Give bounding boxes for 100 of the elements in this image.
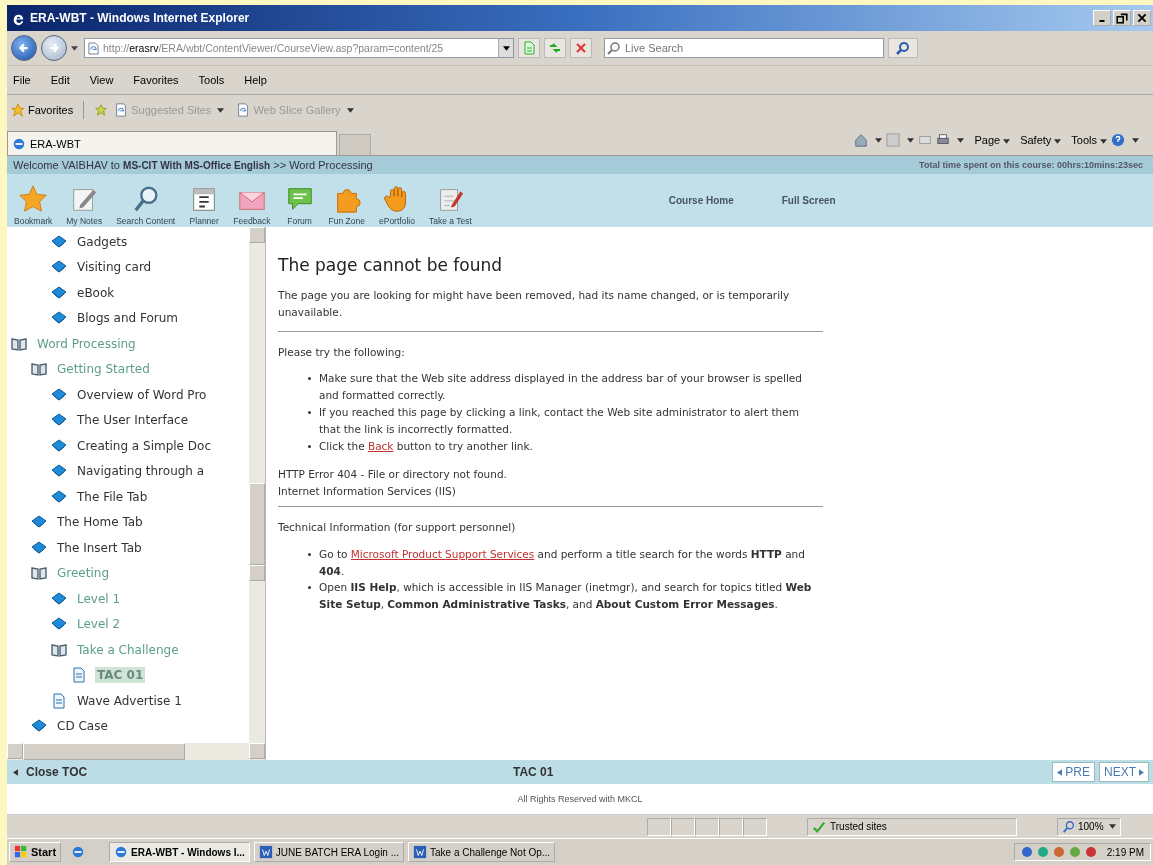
toolbar-button[interactable]: Planner — [182, 184, 227, 226]
link[interactable]: Microsoft Product Support Services — [350, 547, 535, 560]
page-icon — [236, 103, 251, 117]
toc-item[interactable]: CD Case — [55, 718, 110, 735]
previous-button[interactable]: PRE — [1052, 762, 1095, 782]
stop-icon — [573, 41, 589, 55]
open-book-icon[interactable] — [31, 361, 47, 378]
toolbar-button[interactable]: Search Content — [109, 184, 183, 226]
header-link[interactable]: Course Home — [668, 194, 734, 206]
tray-icon[interactable] — [1036, 846, 1049, 858]
menu-item[interactable]: Favorites — [133, 74, 179, 86]
security-zone: Trusted sites — [807, 817, 1017, 836]
toolbar-button[interactable]: Forum — [277, 184, 322, 226]
vertical-scrollbar[interactable] — [249, 227, 265, 743]
star-icon — [18, 184, 49, 214]
toolbar-button[interactable]: Bookmark — [7, 184, 60, 226]
help-icon[interactable] — [1111, 133, 1125, 147]
checkmark-icon — [812, 819, 826, 834]
open-book-icon[interactable] — [11, 335, 27, 352]
toc-item[interactable]: Blogs and Forum — [75, 310, 181, 327]
toolbar-button[interactable]: Take a Test — [421, 184, 479, 226]
dropdown-button[interactable] — [498, 39, 513, 57]
toc-item[interactable]: The User Interface — [75, 412, 191, 429]
taskbar-button[interactable]: JUNE BATCH ERA Login ... — [253, 842, 405, 862]
current-page-title: TAC 01 — [513, 765, 555, 779]
toolbar-button[interactable]: Feedback — [226, 184, 278, 226]
clock: 2:19 PM — [1106, 846, 1144, 858]
document-icon — [258, 845, 273, 859]
printer-icon[interactable] — [936, 133, 951, 147]
toolbar-button[interactable]: Fun Zone — [321, 184, 372, 226]
search-field[interactable]: Live Search — [604, 38, 884, 58]
welcome-text: Welcome VAIBHAV to MS-CIT With MS-Office English >> Word Processing — [13, 159, 373, 171]
next-button[interactable]: NEXT — [1099, 762, 1149, 782]
back-button[interactable] — [11, 35, 37, 61]
tray-icon[interactable] — [1084, 846, 1097, 858]
close-toc-button[interactable]: Close TOC — [13, 765, 513, 779]
toc-item[interactable]: The Insert Tab — [55, 539, 144, 556]
toc-item[interactable]: Navigating through a — [75, 463, 207, 480]
toc-item[interactable]: The File Tab — [75, 488, 150, 505]
menu-item[interactable]: Edit — [50, 74, 70, 86]
book-icon — [51, 284, 67, 301]
zoom-button[interactable]: 100% — [1057, 817, 1121, 836]
toolbar-button[interactable]: ePortfolio — [372, 184, 422, 226]
address-field[interactable]: http://erasrv/ERA/wbt/ContentViewer/CourseView.asp?param=content/25 — [84, 38, 514, 58]
magnifier-icon — [1062, 819, 1076, 834]
taskbar-button[interactable]: ERA-WBT - Windows I... — [109, 842, 250, 862]
book-icon — [51, 233, 67, 250]
tray-icon[interactable] — [1020, 846, 1033, 858]
restore-button[interactable] — [1113, 10, 1131, 26]
menu-item[interactable]: Tools — [198, 74, 225, 86]
error-heading: The page cannot be found — [278, 255, 504, 275]
list-item-text: Go to Microsoft Product Support Services and perform a title search for the words HTTP and 404. — [319, 546, 806, 579]
copyright-text: All Rights Reserved with MKCL — [517, 794, 643, 804]
status-pane — [743, 817, 767, 836]
command-button[interactable]: Safety — [1020, 134, 1062, 146]
caret-icon — [875, 137, 883, 143]
minimize-button[interactable] — [1093, 10, 1111, 26]
toolbar-button[interactable]: My Notes — [59, 184, 110, 226]
list-item-text: Make sure that the Web site address displayed in the address bar of your browser is spelled and formatted correctly. — [319, 371, 803, 404]
book-icon — [51, 437, 67, 454]
status-pane — [671, 817, 695, 836]
search-button[interactable] — [888, 38, 918, 58]
header-link[interactable]: Full Screen — [781, 194, 836, 206]
forward-button[interactable] — [41, 35, 67, 61]
menu-item[interactable]: Help — [244, 74, 267, 86]
toc-item[interactable]: Overview of Word Pro — [75, 386, 209, 403]
tray-icon[interactable] — [1052, 846, 1065, 858]
refresh-button[interactable] — [544, 38, 566, 58]
link[interactable]: Back — [367, 439, 394, 452]
book-icon — [51, 386, 67, 403]
toc-item[interactable]: Gadgets — [75, 233, 130, 250]
left-arrow-icon — [13, 768, 18, 776]
menu-item[interactable]: File — [13, 74, 31, 86]
start-button[interactable]: Start — [9, 842, 62, 862]
caret-icon — [346, 107, 354, 113]
toc-item[interactable]: Creating a Simple Doc — [75, 437, 213, 454]
toc-item[interactable]: Wave Advertise 1 — [75, 692, 184, 709]
home-icon[interactable] — [854, 133, 869, 147]
command-button[interactable]: Tools — [1071, 134, 1107, 146]
browser-tab[interactable]: ERA-WBT — [7, 131, 337, 155]
menu-item[interactable]: View — [89, 74, 114, 86]
toc-item[interactable]: eBook — [75, 284, 117, 301]
error-line: HTTP Error 404 - File or directory not found. — [278, 467, 508, 483]
toc-item[interactable]: Visiting card — [75, 259, 154, 276]
list-item-text: Open IIS Help, which is accessible in IIS Manager (inetmgr), and search for topics titled Web Site Setup, Common Administrative Tasks, and About Custom Error Messages. — [319, 580, 813, 613]
page-icon — [114, 103, 129, 117]
open-book-icon[interactable] — [31, 565, 47, 582]
windows-flag-icon — [14, 845, 28, 859]
caret-icon[interactable] — [71, 45, 78, 51]
command-button[interactable]: Page — [974, 134, 1011, 146]
page-icon — [51, 692, 67, 709]
toc-item[interactable]: The Home Tab — [55, 514, 145, 531]
stop-button[interactable] — [570, 38, 592, 58]
close-button[interactable] — [1133, 10, 1151, 26]
favorites-button[interactable]: Favorites — [11, 103, 74, 117]
horizontal-scrollbar[interactable] — [7, 743, 265, 760]
open-book-icon[interactable] — [51, 641, 67, 658]
paragraph: The page you are looking for might have been removed, had its name changed, or is temporarily unavailable. — [278, 288, 791, 320]
taskbar-button[interactable]: Take a Challenge Not Op... — [408, 842, 556, 862]
window-title: ERA-WBT - Windows Internet Explorer — [30, 11, 250, 25]
